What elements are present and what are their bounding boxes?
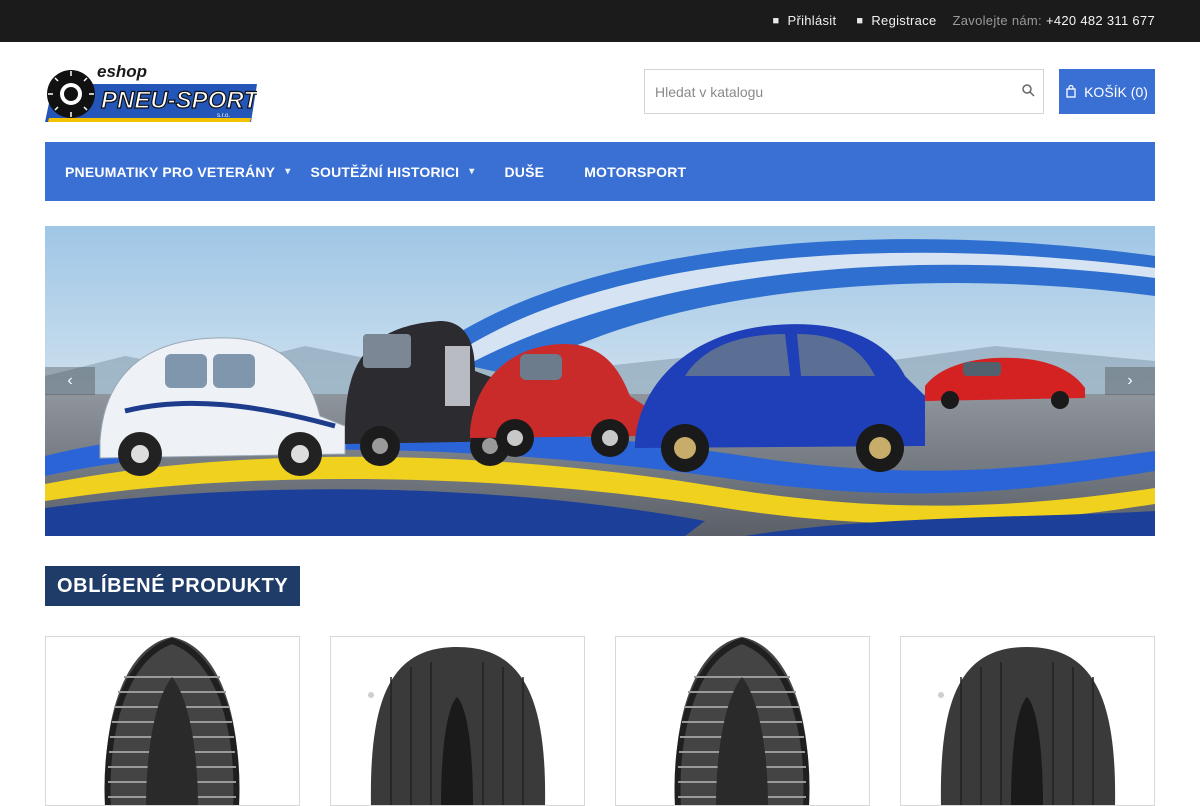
register-link[interactable]: ■ Registrace [856, 13, 936, 28]
hero-banner-image [45, 226, 1155, 536]
nav-item-label: PNEUMATIKY PRO VETERÁNY [65, 163, 276, 180]
lock-icon: ■ [772, 14, 780, 27]
product-card[interactable] [615, 636, 870, 806]
slider-prev-button[interactable]: ‹ [45, 367, 95, 395]
main-navigation: PNEUMATIKY PRO VETERÁNY ▾ SOUTĚŽNÍ HISTO… [45, 142, 1155, 201]
cart-button[interactable]: KOŠÍK (0) [1059, 69, 1155, 114]
call-label: Zavolejte nám: [952, 13, 1042, 28]
svg-text:s.r.o.: s.r.o. [217, 113, 230, 119]
chevron-down-icon: ▾ [469, 166, 475, 177]
product-card[interactable] [330, 636, 585, 806]
nav-item-tubes[interactable]: DUŠE [494, 142, 544, 201]
hero-slider[interactable]: ‹ › [45, 226, 1155, 536]
product-image-racing-tyre [938, 647, 1116, 805]
nav-item-label: MOTORSPORT [584, 163, 687, 180]
svg-text:PNEU-SPORT: PNEU-SPORT [101, 87, 257, 114]
user-icon: ■ [856, 14, 864, 27]
search-icon[interactable] [1021, 83, 1035, 97]
search-input[interactable] [645, 70, 1005, 113]
slider-next-button[interactable]: › [1105, 367, 1155, 395]
nav-item-historic-racing[interactable]: SOUTĚŽNÍ HISTORICI ▾ [310, 142, 494, 201]
product-image-racing-tyre [368, 647, 546, 805]
logo-graphic: eshop PNEU-SPORT s.r.o. [45, 62, 261, 122]
product-card[interactable] [900, 636, 1155, 806]
shopping-bag-icon [1066, 85, 1076, 98]
register-label: Registrace [871, 13, 937, 28]
login-label: Přihlásit [787, 13, 837, 28]
phone-number[interactable]: +420 482 311 677 [1046, 13, 1155, 28]
login-link[interactable]: ■ Přihlásit [773, 13, 837, 28]
product-image-vintage-tyre [674, 637, 810, 805]
product-image-vintage-tyre [104, 637, 240, 805]
nav-item-veteran-tyres[interactable]: PNEUMATIKY PRO VETERÁNY ▾ [45, 142, 310, 201]
product-card[interactable] [45, 636, 300, 806]
search-box [644, 69, 1044, 114]
top-bar: ■ Přihlásit ■ Registrace Zavolejte nám: … [0, 0, 1200, 42]
chevron-left-icon: ‹ [67, 372, 73, 389]
chevron-right-icon: › [1127, 372, 1133, 389]
header: eshop PNEU-SPORT s.r.o. KOŠÍK (0) [45, 42, 1155, 142]
product-grid [45, 636, 1155, 806]
nav-item-label: SOUTĚŽNÍ HISTORICI [310, 163, 460, 180]
section-title: OBLÍBENÉ PRODUKTY [45, 566, 301, 606]
cart-label: KOŠÍK (0) [1084, 83, 1148, 100]
svg-text:eshop: eshop [97, 62, 147, 81]
site-logo[interactable]: eshop PNEU-SPORT s.r.o. [45, 62, 261, 122]
nav-item-label: DUŠE [504, 163, 545, 180]
nav-item-motorsport[interactable]: MOTORSPORT [544, 142, 686, 201]
chevron-down-icon: ▾ [285, 166, 291, 177]
